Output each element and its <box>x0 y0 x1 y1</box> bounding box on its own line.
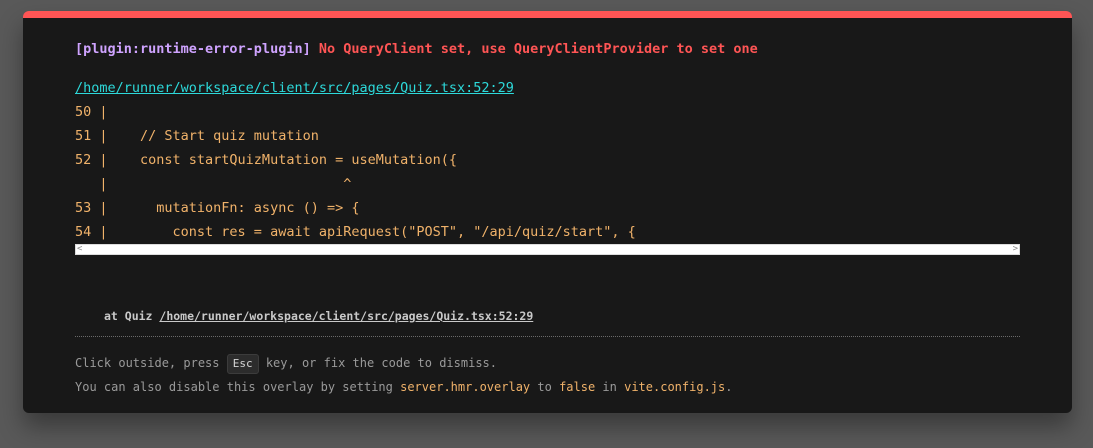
stack-trace: at Quiz /home/runner/workspace/client/sr… <box>104 309 533 323</box>
dismiss-tip: Click outside, press Esc key, or fix the… <box>75 354 497 374</box>
scroll-left-arrow-icon[interactable]: < <box>77 245 82 254</box>
tip-text: to <box>530 380 560 394</box>
tip-text: You can also disable this overlay by set… <box>75 380 401 394</box>
plugin-name: [plugin:runtime-error-plugin] <box>75 41 311 57</box>
code-line-caret: | ^ <box>75 176 352 192</box>
tip-text: key, or fix the code to dismiss. <box>258 356 498 370</box>
error-text: No QueryClient set, use QueryClientProvi… <box>318 41 758 57</box>
scroll-right-arrow-icon[interactable]: > <box>1013 245 1018 254</box>
tip-text: Click outside, press <box>75 356 227 370</box>
tip-text: in <box>595 380 625 394</box>
code-line: 54 | const res = await apiRequest("POST"… <box>75 224 636 240</box>
code-frame: 50 | 51 | // Start quiz mutation 52 | co… <box>75 100 1020 258</box>
stack-file-link[interactable]: /home/runner/workspace/client/src/pages/… <box>159 309 533 323</box>
code-line: 53 | mutationFn: async () => { <box>75 200 360 216</box>
stack-prefix: at Quiz <box>104 309 160 323</box>
divider <box>75 336 1020 337</box>
disable-overlay-tip: You can also disable this overlay by set… <box>75 380 732 394</box>
esc-key-badge: Esc <box>226 354 259 374</box>
error-file-link[interactable]: /home/runner/workspace/client/src/pages/… <box>75 80 514 96</box>
code-line: 51 | // Start quiz mutation <box>75 128 319 144</box>
tip-text: . <box>725 380 733 394</box>
error-overlay: [plugin:runtime-error-plugin] No QueryCl… <box>23 11 1072 413</box>
config-value: false <box>559 380 596 394</box>
config-file: vite.config.js <box>624 380 726 394</box>
code-line: 50 | <box>75 104 108 120</box>
error-message: [plugin:runtime-error-plugin] No QueryCl… <box>75 41 758 57</box>
config-key: server.hmr.overlay <box>400 380 531 394</box>
code-frame-scrollbar[interactable]: < > <box>75 244 1020 255</box>
code-line: 52 | const startQuizMutation = useMutati… <box>75 152 458 168</box>
